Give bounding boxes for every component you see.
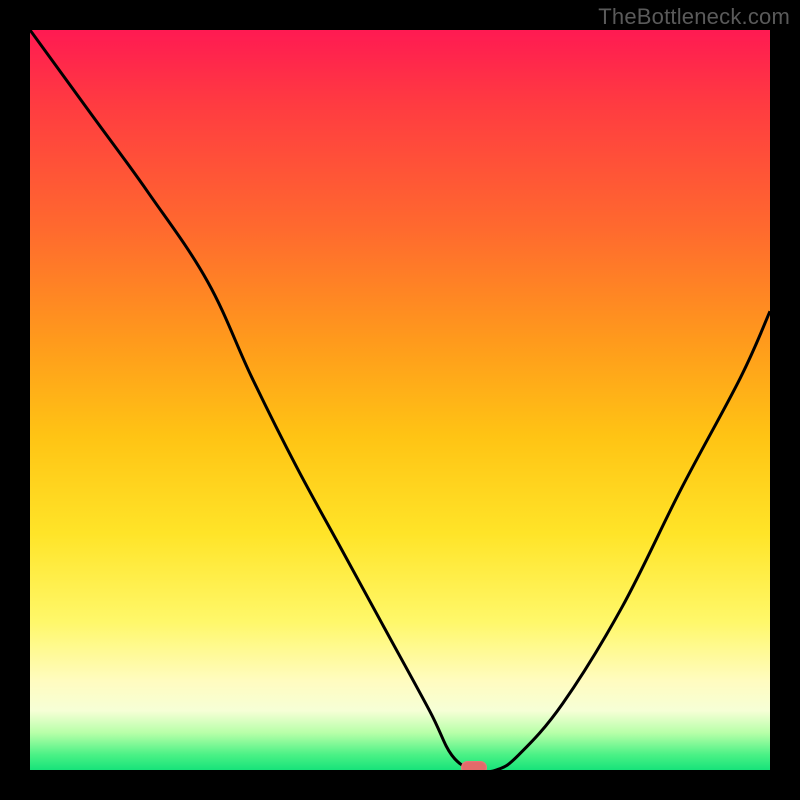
curve-path [30,30,770,770]
watermark-text: TheBottleneck.com [598,4,790,30]
plot-area [30,30,770,770]
chart-frame: TheBottleneck.com [0,0,800,800]
minimum-marker [461,761,487,770]
bottleneck-curve [30,30,770,770]
